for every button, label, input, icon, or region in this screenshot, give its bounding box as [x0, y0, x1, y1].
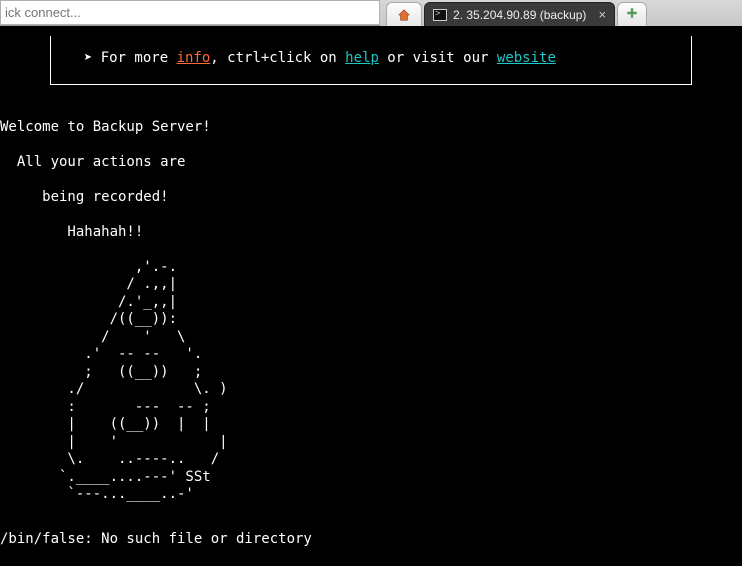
motd-line-3: being recorded!: [0, 189, 742, 207]
quick-connect-input[interactable]: [0, 0, 380, 25]
motd-line-2: All your actions are: [0, 154, 742, 172]
info-banner: ➤ For more info, ctrl+click on help or v…: [50, 36, 692, 85]
tab-label: 2. 35.204.90.89 (backup): [453, 8, 586, 22]
info-line: ➤ For more info, ctrl+click on help or v…: [67, 50, 556, 66]
tab-new[interactable]: [617, 2, 647, 26]
ascii-art: ,'.-. / .,,| /.'_,,| /((__)): / ' \ .' -…: [0, 259, 742, 504]
error-output: /bin/false: No such file or directory: [0, 531, 742, 549]
top-bar: 2. 35.204.90.89 (backup) ×: [0, 0, 742, 26]
info-mid2: or visit our: [379, 50, 497, 66]
home-icon: [397, 8, 411, 22]
help-link[interactable]: help: [345, 50, 379, 66]
motd-line-1: Welcome to Backup Server!: [0, 119, 742, 137]
terminal-output: Welcome to Backup Server! All your actio…: [0, 95, 742, 566]
tab-backup-server[interactable]: 2. 35.204.90.89 (backup) ×: [424, 2, 615, 26]
info-prefix: ➤ For more: [67, 50, 177, 66]
close-icon[interactable]: ×: [598, 7, 606, 22]
terminal-icon: [433, 9, 447, 21]
tab-strip: 2. 35.204.90.89 (backup) ×: [380, 0, 742, 26]
plus-icon: [626, 7, 638, 22]
website-link[interactable]: website: [497, 50, 556, 66]
info-mid1: , ctrl+click on: [210, 50, 345, 66]
tab-home[interactable]: [386, 2, 422, 26]
motd-line-4: Hahahah!!: [0, 224, 742, 242]
info-keyword: info: [177, 50, 211, 66]
